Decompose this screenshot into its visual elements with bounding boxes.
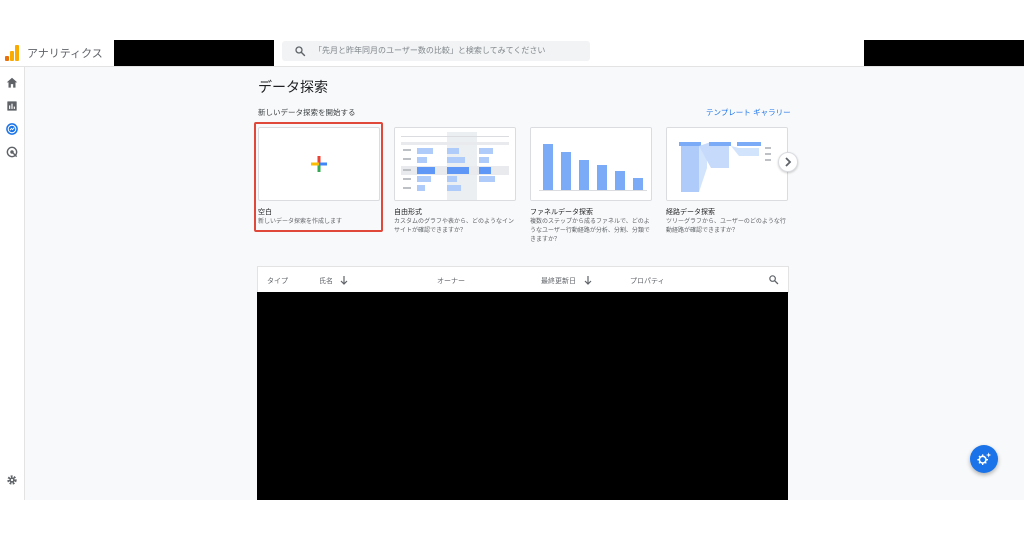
sort-down-icon[interactable] bbox=[584, 276, 592, 285]
column-header-owner[interactable]: オーナー bbox=[437, 276, 465, 286]
card-desc-funnel: 複数のステップから成るファネルで、どのようなユーザー行動経路が分析、分割、分類で… bbox=[530, 218, 650, 243]
template-gallery-link[interactable]: テンプレート ギャラリー bbox=[706, 107, 791, 118]
card-title-free-form: 自由形式 bbox=[394, 208, 422, 216]
explorations-table-header: タイプ 氏名 オーナー 最終更新日 プロパティ bbox=[257, 266, 789, 293]
funnel-thumbnail bbox=[531, 128, 651, 200]
path-thumbnail bbox=[667, 128, 787, 200]
analytics-logo-icon[interactable] bbox=[5, 43, 21, 61]
home-icon[interactable] bbox=[5, 76, 19, 90]
redacted-account-selector bbox=[114, 40, 274, 66]
funnel-exploration-card[interactable] bbox=[530, 127, 652, 201]
free-form-thumbnail bbox=[395, 128, 515, 200]
free-form-card[interactable] bbox=[394, 127, 516, 201]
app-title: アナリティクス bbox=[27, 47, 103, 60]
gear-icon[interactable] bbox=[5, 473, 19, 487]
search-icon bbox=[295, 46, 306, 57]
card-title-path: 経路データ探索 bbox=[666, 208, 715, 216]
top-bar: アナリティクス 「先月と昨年同月のユーザー数の比較」と検索してみてください bbox=[0, 40, 1024, 67]
path-exploration-card[interactable] bbox=[666, 127, 788, 201]
redacted-explorations-list bbox=[257, 292, 788, 500]
selection-highlight-box bbox=[254, 122, 383, 232]
card-desc-path: ツリーグラフから、ユーザーのどのような行動経路が確認できますか？ bbox=[666, 218, 786, 234]
reports-icon[interactable] bbox=[5, 99, 19, 113]
section-subtitle: 新しいデータ探索を開始する bbox=[258, 108, 356, 117]
analytics-app: アナリティクス 「先月と昨年同月のユーザー数の比較」と検索してみてください デー… bbox=[0, 40, 1024, 500]
column-header-type[interactable]: タイプ bbox=[267, 276, 288, 286]
card-title-funnel: ファネルデータ探索 bbox=[530, 208, 593, 216]
chevron-right-icon bbox=[785, 157, 792, 167]
page-title: データ探索 bbox=[258, 80, 328, 96]
sort-down-icon[interactable] bbox=[340, 276, 348, 285]
next-templates-button[interactable] bbox=[778, 152, 798, 172]
advertising-icon[interactable] bbox=[5, 145, 19, 159]
insights-fab-button[interactable] bbox=[970, 445, 998, 473]
insights-icon bbox=[977, 452, 992, 465]
redacted-header-actions bbox=[864, 40, 1024, 66]
search-icon[interactable] bbox=[768, 274, 779, 285]
explore-icon[interactable] bbox=[5, 122, 19, 136]
search-input[interactable]: 「先月と昨年同月のユーザー数の比較」と検索してみてください bbox=[282, 41, 590, 61]
left-nav-rail bbox=[0, 67, 25, 500]
search-placeholder: 「先月と昨年同月のユーザー数の比較」と検索してみてください bbox=[314, 46, 546, 55]
column-header-property[interactable]: プロパティ bbox=[630, 276, 665, 286]
card-desc-free-form: カスタムのグラフや表から、どのようなインサイトが確認できますか？ bbox=[394, 218, 515, 234]
column-header-name[interactable]: 氏名 bbox=[319, 276, 333, 286]
column-header-last-modified[interactable]: 最終更新日 bbox=[541, 276, 576, 286]
